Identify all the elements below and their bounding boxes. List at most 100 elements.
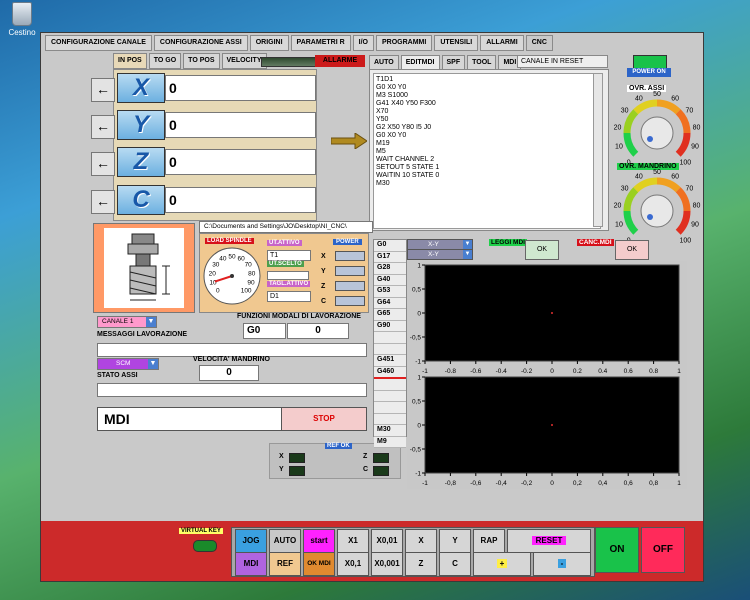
program-editor-scrollbar[interactable] xyxy=(593,73,603,227)
x001-button[interactable]: X0,01 xyxy=(371,529,403,553)
tab-cnc[interactable]: CNC xyxy=(525,35,553,51)
auto-button[interactable]: AUTO xyxy=(269,529,301,553)
plot-y-tick-label: 1 xyxy=(417,263,421,270)
axis-z-jog-button[interactable]: ← xyxy=(91,152,115,176)
ovr-assi-dial[interactable]: 0102030405060708090100 xyxy=(611,91,703,167)
dial-arc-segment xyxy=(623,132,639,157)
gcode-item: G65 xyxy=(374,309,406,321)
canc-mdi-ok-button[interactable]: OK xyxy=(615,240,649,260)
gcode-item: G64 xyxy=(374,297,406,309)
ut-attivo-label: UT.ATTIVO xyxy=(267,240,302,246)
leggi-mdi-ok-button[interactable]: OK xyxy=(525,240,559,260)
transfer-arrow-icon xyxy=(330,132,368,151)
x1-button[interactable]: X1 xyxy=(337,529,369,553)
c-axis-button[interactable]: C xyxy=(439,552,471,576)
virtual-key-toggle[interactable] xyxy=(193,540,217,552)
chevron-down-icon: ▼ xyxy=(146,317,156,327)
reset-button[interactable]: RESET xyxy=(507,529,591,553)
dial-tick-label: 40 xyxy=(635,173,643,180)
on-button[interactable]: ON xyxy=(595,527,639,573)
start-button[interactable]: start xyxy=(303,529,335,553)
x-axis-button[interactable]: X xyxy=(405,529,437,553)
power-panel-label: POWER xyxy=(333,239,362,245)
load-spindle-label: LOAD SPINDLE xyxy=(205,238,254,244)
dial-arc-segment xyxy=(623,187,639,212)
tab-configurazione-assi[interactable]: CONFIGURAZIONE ASSI xyxy=(153,35,248,51)
off-button[interactable]: OFF xyxy=(641,527,685,573)
axis-y-jog-button[interactable]: ← xyxy=(91,115,115,139)
dial-arc-segment xyxy=(633,99,658,115)
velocita-mandrino-value: 0 xyxy=(199,365,259,381)
canale-select[interactable]: CANALE 1 ▼ xyxy=(97,316,157,328)
stop-button[interactable]: STOP xyxy=(281,407,367,431)
dial-tick-label: 60 xyxy=(671,95,679,102)
axis-y-value: 0 xyxy=(165,112,316,138)
dial-tick-label: 90 xyxy=(691,143,699,150)
program-editor[interactable]: T1D1 G0 X0 Y0 M3 S1000 G41 X40 Y50 F300 … xyxy=(373,73,601,229)
y-axis-button[interactable]: Y xyxy=(439,529,471,553)
mode-select[interactable]: SCM ▼ xyxy=(97,358,159,370)
x0001-button[interactable]: X0,001 xyxy=(371,552,403,576)
tab-in-pos[interactable]: IN POS xyxy=(113,53,147,69)
axis-z-value: 0 xyxy=(165,149,316,175)
alarm-indicator: ALLARME xyxy=(315,55,365,67)
tab-velocity[interactable]: VELOCITY xyxy=(221,53,267,69)
plot-x-tick-label: -0,8 xyxy=(445,480,457,487)
plot-select-2[interactable]: X-Y ▼ xyxy=(407,249,473,260)
trash-icon xyxy=(12,2,32,26)
tab-utensili[interactable]: UTENSILI xyxy=(434,35,479,51)
dial-arc-segment xyxy=(656,177,681,193)
power-c-label: C xyxy=(321,298,327,305)
ref-c-led xyxy=(373,466,389,476)
dial-tick-label: 90 xyxy=(691,221,699,228)
dial-arc-segment xyxy=(633,177,658,193)
plot-y-tick-label: -0,5 xyxy=(410,335,422,342)
gcode-item: G90 xyxy=(374,320,406,332)
axis-c-jog-button[interactable]: ← xyxy=(91,190,115,214)
messaggi-label: MESSAGGI LAVORAZIONE xyxy=(97,331,188,338)
mode-select-value: SCM xyxy=(116,360,131,367)
milling-tool-icon xyxy=(104,228,184,308)
tab-io[interactable]: I/O xyxy=(352,35,374,51)
tab-allarmi[interactable]: ALLARMI xyxy=(480,35,524,51)
dial-tick-label: 20 xyxy=(614,203,622,210)
dial-tick-label: 20 xyxy=(614,125,622,132)
axis-x-jog-button[interactable]: ← xyxy=(91,78,115,102)
recycle-bin-desktop-icon[interactable]: Cestino xyxy=(6,2,38,37)
axis-c-badge: C xyxy=(117,185,165,215)
z-axis-button[interactable]: Z xyxy=(405,552,437,576)
mdi-button[interactable]: MDI xyxy=(235,552,267,576)
jog-button[interactable]: JOG xyxy=(235,529,267,553)
power-y-bar xyxy=(335,266,365,276)
tab-programmi[interactable]: PROGRAMMI xyxy=(375,35,433,51)
file-path-field[interactable]: C:\Documents and Settings\JO\Desktop\NI_… xyxy=(199,221,373,233)
plot-x-tick-label: -0,2 xyxy=(521,480,533,487)
load-spindle-gauge: 010203040 50 60708090100 xyxy=(203,247,261,305)
tab-configurazione-canale[interactable]: CONFIGURAZIONE CANALE xyxy=(45,35,152,51)
power-on-label: POWER ON xyxy=(627,68,671,77)
tagl-attivo-label: TAGL.ATTIVO xyxy=(267,281,311,287)
ovr-mandrino-dial[interactable]: 0102030405060708090100 xyxy=(611,169,703,245)
tab-parametri-r[interactable]: PARAMETRI R xyxy=(290,35,351,51)
plus-button[interactable]: + xyxy=(473,552,531,576)
ref-x-label: X xyxy=(279,453,284,460)
ref-y-led xyxy=(289,466,305,476)
ok-mdi-button[interactable]: OK MDI xyxy=(303,552,335,576)
tab-origini[interactable]: ORIGINI xyxy=(249,35,289,51)
rap-button[interactable]: RAP xyxy=(473,529,505,553)
dial-tick-label: 50 xyxy=(653,91,661,98)
tab-to-pos[interactable]: TO POS xyxy=(183,53,220,69)
ref-c-label: C xyxy=(363,466,369,473)
plot-y-tick-label: 0 xyxy=(417,423,421,430)
minus-button[interactable]: - xyxy=(533,552,591,576)
plot-x-tick-label: 0,2 xyxy=(573,480,582,487)
plot-origin-point xyxy=(551,424,553,426)
power-z-label: Z xyxy=(321,283,326,290)
ref-button[interactable]: REF xyxy=(269,552,301,576)
dial-tick-label: 80 xyxy=(693,203,701,210)
ut-scelto-value xyxy=(267,271,309,280)
power-y-label: Y xyxy=(321,268,326,275)
gcode-item: M9 xyxy=(374,436,406,448)
x01-button[interactable]: X0,1 xyxy=(337,552,369,576)
tab-to-go[interactable]: TO GO xyxy=(148,53,182,69)
